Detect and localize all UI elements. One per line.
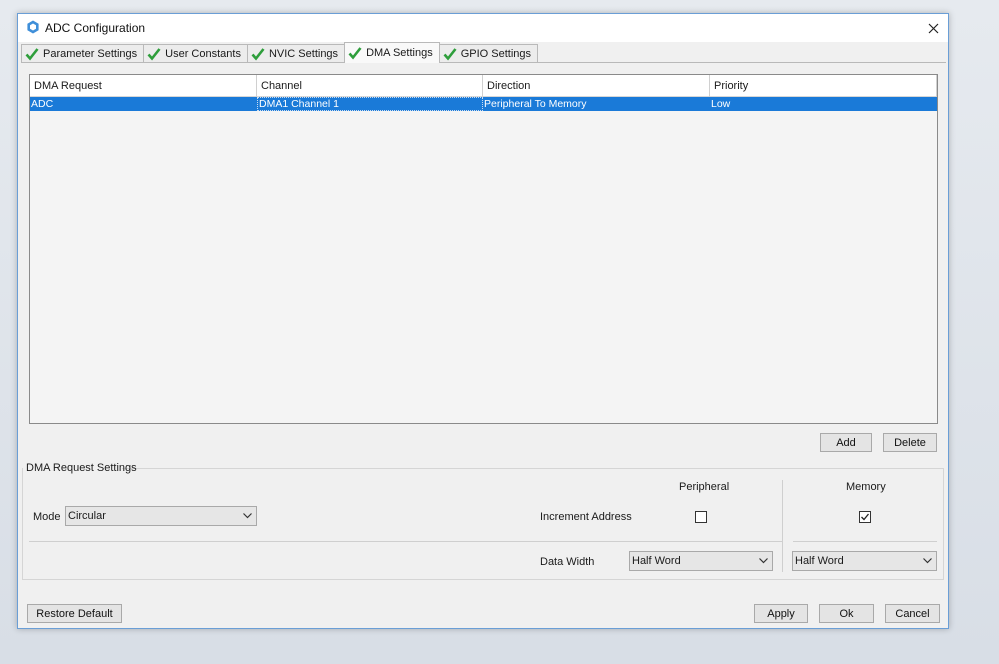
- column-header[interactable]: Channel: [257, 75, 483, 97]
- tab-user-constants[interactable]: User Constants: [143, 44, 248, 63]
- increment-address-label: Increment Address: [540, 511, 632, 523]
- tab-label: NVIC Settings: [268, 48, 339, 60]
- restore-default-button[interactable]: Restore Default: [27, 604, 122, 623]
- check-icon: [348, 47, 362, 60]
- mode-select[interactable]: Circular: [65, 506, 257, 526]
- row-divider: [29, 541, 782, 542]
- memory-data-width-select[interactable]: Half Word: [792, 551, 937, 571]
- check-icon: [147, 48, 161, 61]
- adc-configuration-dialog: ADC Configuration Parameter Settings Use…: [17, 13, 949, 629]
- chevron-down-icon: [918, 552, 936, 570]
- memory-width-value: Half Word: [795, 555, 844, 567]
- group-border-top: [122, 468, 944, 469]
- tab-label: User Constants: [165, 48, 241, 60]
- tab-nvic-settings[interactable]: NVIC Settings: [246, 44, 346, 63]
- tab-gpio-settings[interactable]: GPIO Settings: [438, 44, 539, 63]
- tab-dma-settings[interactable]: DMA Settings: [344, 42, 440, 63]
- add-button[interactable]: Add: [820, 433, 872, 452]
- ok-button[interactable]: Ok: [819, 604, 874, 623]
- tab-label: GPIO Settings: [460, 48, 532, 60]
- peripheral-increment-checkbox[interactable]: [695, 511, 707, 523]
- table-row[interactable]: ADC DMA1 Channel 1 Peripheral To Memory …: [30, 97, 937, 111]
- cell-channel[interactable]: DMA1 Channel 1: [257, 97, 483, 111]
- mode-label: Mode: [33, 511, 61, 523]
- data-width-label: Data Width: [540, 556, 595, 568]
- table-header: DMA Request Channel Direction Priority: [30, 75, 937, 97]
- window-title: ADC Configuration: [45, 21, 146, 35]
- chevron-down-icon: [754, 552, 772, 570]
- delete-button[interactable]: Delete: [883, 433, 937, 452]
- peripheral-width-value: Half Word: [632, 555, 681, 567]
- mode-value: Circular: [68, 510, 106, 522]
- memory-header: Memory: [846, 481, 886, 493]
- title-bar: ADC Configuration: [18, 14, 948, 42]
- apply-button[interactable]: Apply: [754, 604, 808, 623]
- row-divider: [793, 541, 937, 542]
- tab-parameter-settings[interactable]: Parameter Settings: [21, 44, 145, 63]
- column-header[interactable]: Priority: [710, 75, 937, 97]
- peripheral-data-width-select[interactable]: Half Word: [629, 551, 773, 571]
- column-header[interactable]: DMA Request: [30, 75, 257, 97]
- tab-label: DMA Settings: [366, 47, 433, 59]
- close-icon: [928, 23, 938, 33]
- cancel-button[interactable]: Cancel: [885, 604, 940, 623]
- cell-priority: Low: [711, 98, 731, 110]
- check-icon: [443, 48, 457, 61]
- group-title: DMA Request Settings: [26, 462, 137, 474]
- column-divider: [782, 480, 783, 572]
- check-icon: [25, 48, 39, 61]
- peripheral-header: Peripheral: [679, 481, 730, 493]
- chevron-down-icon: [238, 507, 256, 525]
- dma-request-table: DMA Request Channel Direction Priority A…: [29, 74, 938, 424]
- check-icon: [251, 48, 265, 61]
- cell-request: ADC: [31, 98, 54, 110]
- memory-increment-checkbox[interactable]: [859, 511, 871, 523]
- cell-direction: Peripheral To Memory: [484, 98, 587, 110]
- tab-panel-border: [21, 62, 946, 63]
- tab-bar: Parameter Settings User Constants NVIC S…: [21, 42, 539, 63]
- close-button[interactable]: [918, 14, 948, 42]
- tab-label: Parameter Settings: [43, 48, 138, 60]
- check-icon: [861, 513, 870, 521]
- column-header[interactable]: Direction: [483, 75, 710, 97]
- app-icon: [27, 20, 39, 34]
